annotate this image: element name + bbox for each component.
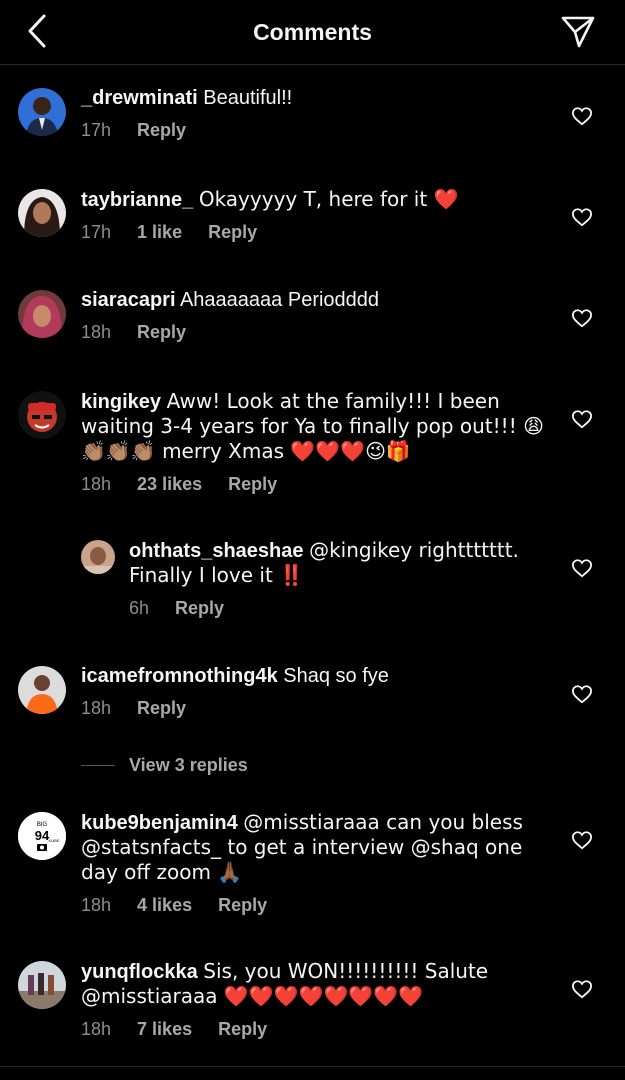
comment-text: Okayyyyy T, here for it ❤️ (198, 187, 459, 211)
reply-button[interactable]: Reply (218, 1019, 267, 1040)
avatar[interactable] (18, 666, 66, 714)
reply-button[interactable]: Reply (175, 598, 224, 619)
heart-icon[interactable] (571, 106, 593, 126)
comment-time: 18h (81, 322, 112, 342)
comment-time: 18h (81, 1019, 112, 1039)
avatar[interactable] (18, 290, 66, 338)
avatar[interactable]: BIG 94 KUBE (18, 812, 66, 860)
avatar[interactable] (18, 961, 66, 1009)
heart-icon[interactable] (571, 308, 593, 328)
comment-meta: 18h 7 likes Reply (81, 1019, 551, 1040)
comment-time: 18h (81, 895, 112, 915)
likes-count[interactable]: 23 likes (137, 474, 202, 495)
divider-line (81, 765, 115, 766)
comment-text: Shaq so fye (283, 665, 389, 687)
likes-count[interactable]: 7 likes (137, 1019, 192, 1040)
avatar[interactable] (81, 540, 115, 574)
chevron-left-icon (28, 14, 46, 48)
comment-time: 17h (81, 120, 112, 140)
reply-button[interactable]: Reply (137, 120, 186, 141)
comment-body: yunqflockka Sis, you WON!!!!!!!!!! Salut… (81, 959, 551, 1040)
comment-body: kube9benjamin4 @misstiaraaa can you bles… (81, 810, 551, 916)
comment-meta: 17h Reply (81, 120, 551, 141)
comment-meta: 6h Reply (129, 598, 549, 619)
comment-body: _drewminati Beautiful!! 17h Reply (81, 86, 551, 141)
reply-button[interactable]: Reply (228, 474, 277, 495)
comment-username[interactable]: kingikey (81, 391, 161, 413)
reply-button[interactable]: Reply (218, 895, 267, 916)
back-button[interactable] (20, 12, 54, 50)
heart-icon[interactable] (571, 409, 593, 429)
comment-meta: 18h Reply (81, 698, 551, 719)
reply-button[interactable]: Reply (137, 698, 186, 719)
comment-body: ohthats_shaeshae @kingikey righttttttt. … (129, 538, 549, 619)
paper-plane-icon (561, 16, 595, 48)
likes-count[interactable]: 1 like (137, 222, 182, 243)
send-button[interactable] (559, 13, 597, 51)
likes-count[interactable]: 4 likes (137, 895, 192, 916)
heart-icon[interactable] (571, 684, 593, 704)
comment-meta: 17h 1 like Reply (81, 222, 551, 243)
comment-username[interactable]: yunqflockka (81, 961, 198, 983)
view-replies-button[interactable]: View 3 replies (81, 755, 248, 776)
comment-body: kingikey Aww! Look at the family!!! I be… (81, 389, 551, 495)
header: Comments (0, 0, 625, 65)
comment-time: 18h (81, 698, 112, 718)
comment-time: 6h (129, 598, 150, 618)
avatar[interactable] (18, 189, 66, 237)
comment-text: Ahaaaaaaa Periodddd (179, 289, 380, 311)
comments-screen: Comments _drewminati Beautiful!! 17h Rep… (0, 0, 625, 1080)
comment-username[interactable]: ohthats_shaeshae (129, 540, 304, 562)
heart-icon[interactable] (571, 558, 593, 578)
avatar-badge-side-text: KUBE (49, 838, 60, 843)
comment-username[interactable]: kube9benjamin4 (81, 812, 238, 834)
avatar[interactable] (18, 88, 66, 136)
comment-time: 17h (81, 222, 112, 242)
comment-body: siaracapri Ahaaaaaaa Periodddd 18h Reply (81, 288, 551, 343)
heart-icon[interactable] (571, 830, 593, 850)
heart-icon[interactable] (571, 979, 593, 999)
view-replies-label[interactable]: View 3 replies (129, 755, 248, 776)
page-title: Comments (253, 18, 372, 45)
comment-username[interactable]: icamefromnothing4k (81, 665, 278, 687)
comment-username[interactable]: taybrianne_ (81, 189, 193, 211)
reply-button[interactable]: Reply (208, 222, 257, 243)
comment-meta: 18h Reply (81, 322, 551, 343)
comment-username[interactable]: _drewminati (81, 87, 198, 109)
comment-body: icamefromnothing4k Shaq so fye 18h Reply (81, 664, 551, 719)
comment-text: Beautiful!! (203, 87, 293, 109)
avatar[interactable] (18, 391, 66, 439)
comment-body: taybrianne_ Okayyyyy T, here for it ❤️ 1… (81, 187, 551, 243)
comment-time: 18h (81, 474, 112, 494)
reply-button[interactable]: Reply (137, 322, 186, 343)
comment-username[interactable]: siaracapri (81, 289, 176, 311)
comment-meta: 18h 4 likes Reply (81, 895, 551, 916)
heart-icon[interactable] (571, 207, 593, 227)
comment-meta: 18h 23 likes Reply (81, 474, 551, 495)
bottom-divider (0, 1066, 625, 1067)
